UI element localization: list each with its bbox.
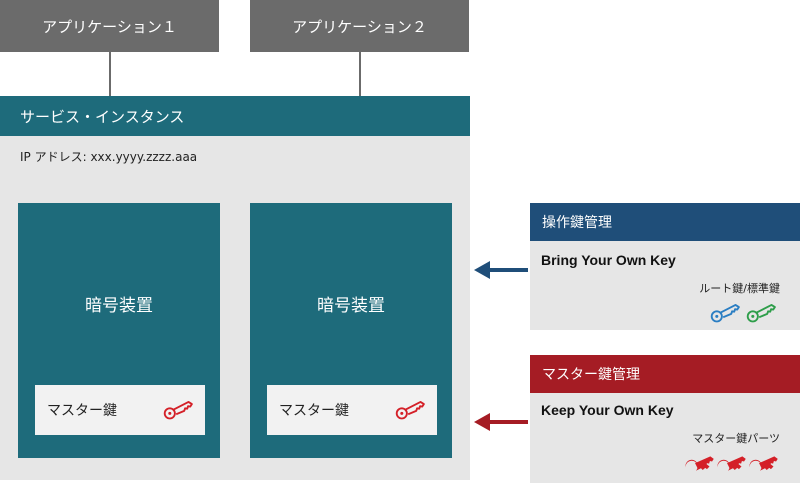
byok-subtitle: ルート鍵/標準鍵 — [699, 282, 780, 295]
key-icon — [395, 399, 429, 421]
key-icon — [163, 399, 197, 421]
kyok-panel-header: マスター鍵管理 — [530, 355, 800, 393]
crypto-unit-1: 暗号装置 マスター鍵 — [18, 203, 220, 458]
kyok-header-label: マスター鍵管理 — [542, 367, 640, 383]
service-instance-body: IP アドレス: xxx.yyyy.zzzz.aaa 暗号装置 マスター鍵 暗号… — [0, 136, 470, 480]
byok-panel-body: Bring Your Own Key ルート鍵/標準鍵 — [530, 241, 800, 330]
master-key-box-2: マスター鍵 — [267, 385, 437, 435]
crypto-unit-1-title: 暗号装置 — [85, 296, 153, 316]
arrow-left-red-icon — [474, 413, 528, 431]
application-1-box: アプリケーション１ — [0, 0, 219, 52]
crypto-unit-2-title: 暗号装置 — [317, 296, 385, 316]
key-icon — [748, 453, 782, 475]
master-key-label-1: マスター鍵 — [47, 403, 117, 419]
kyok-panel-body: Keep Your Own Key マスター鍵パーツ — [530, 393, 800, 483]
byok-title: Bring Your Own Key — [541, 252, 676, 268]
key-icon — [716, 453, 750, 475]
master-key-box-1: マスター鍵 — [35, 385, 205, 435]
master-key-label-2: マスター鍵 — [279, 403, 349, 419]
key-icon — [746, 302, 780, 324]
crypto-unit-2: 暗号装置 マスター鍵 — [250, 203, 452, 458]
connector-line-1 — [109, 52, 111, 96]
key-icon — [710, 302, 744, 324]
key-icon — [684, 453, 718, 475]
application-2-box: アプリケーション２ — [250, 0, 469, 52]
application-1-label: アプリケーション１ — [42, 17, 177, 36]
service-instance-title: サービス・インスタンス — [20, 107, 185, 126]
byok-panel-header: 操作鍵管理 — [530, 203, 800, 241]
kyok-subtitle: マスター鍵パーツ — [692, 432, 780, 445]
arrow-left-blue-icon — [474, 261, 528, 279]
application-2-label: アプリケーション２ — [292, 17, 427, 36]
ip-address-text: IP アドレス: xxx.yyyy.zzzz.aaa — [20, 150, 198, 164]
connector-line-2 — [359, 52, 361, 96]
byok-header-label: 操作鍵管理 — [542, 215, 612, 231]
kyok-title: Keep Your Own Key — [541, 402, 674, 418]
service-instance-header: サービス・インスタンス — [0, 96, 470, 136]
